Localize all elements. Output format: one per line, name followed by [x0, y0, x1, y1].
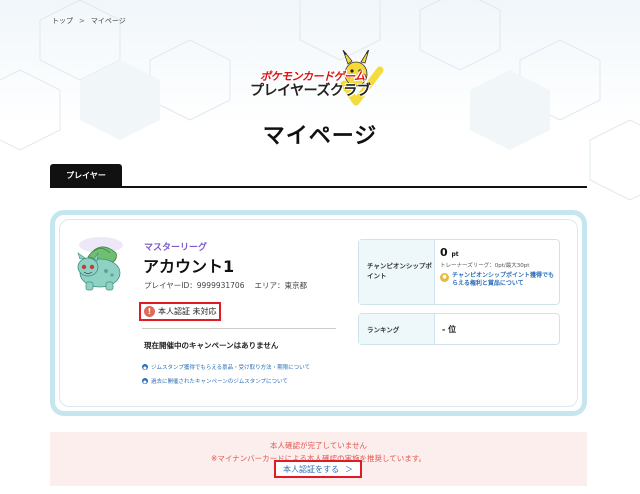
logo-line2: プレイヤーズクラブ [250, 83, 371, 99]
points-unit: pt [451, 251, 459, 258]
breadcrumb-current: マイページ [90, 17, 126, 25]
chevron-right-icon: ＞ [345, 464, 353, 474]
players-club-logo[interactable]: ポケモンカードゲーム プレイヤーズクラブ [248, 50, 388, 106]
verification-status-badge: ! 本人認証 未対応 [139, 302, 221, 321]
ranking-box: ランキング - 位 [358, 313, 560, 345]
championship-points-box: チャンピオンシップポイント 0 pt トレーナーズリーグ：0pt/最大30pt … [358, 239, 560, 305]
verification-notice: 本人確認が完了していません ※マイナンバーカードによる本人確認の実施を推奨してい… [50, 432, 587, 486]
breadcrumb: トップ > マイページ [52, 16, 126, 26]
past-campaign-stamp-link-label: 過去に開催されたキャンペーンのジムスタンプについて [151, 379, 288, 385]
championship-points-label: チャンピオンシップポイント [359, 240, 435, 304]
notice-line1: 本人確認が完了していません [269, 441, 368, 450]
breadcrumb-home[interactable]: トップ [52, 16, 73, 26]
gym-stamp-reward-link[interactable]: ● ジムスタンプ獲得でもらえる景品・受け取り方法・期限について [142, 363, 310, 371]
league-label: マスターリーグ [144, 243, 208, 253]
championship-points-info-label: チャンピオンシップポイント獲得でもらえる権利と賞品について [452, 272, 554, 288]
tab-bar: プレイヤー [50, 164, 587, 188]
player-id: プレイヤーID：9999931706 [144, 281, 245, 290]
breadcrumb-separator: > [79, 17, 85, 25]
championship-points-info-link[interactable]: ● チャンピオンシップポイント獲得でもらえる権利と賞品について [440, 272, 559, 288]
verify-identity-button-label: 本人認証をする [283, 464, 339, 474]
coin-icon: ● [440, 273, 449, 282]
gym-stamp-reward-link-label: ジムスタンプ獲得でもらえる景品・受け取り方法・期限について [151, 365, 311, 371]
championship-points-value: 0 pt [440, 246, 559, 259]
info-icon: ● [142, 378, 148, 384]
verify-identity-button[interactable]: 本人認証をする ＞ [274, 460, 362, 478]
verification-status-text: 本人認証 未対応 [158, 307, 217, 316]
account-name: アカウント1 [143, 257, 235, 276]
points-number: 0 [440, 246, 448, 259]
trainers-league-points: トレーナーズリーグ：0pt/最大30pt [440, 263, 530, 269]
warning-icon: ! [144, 306, 155, 317]
avatar [70, 235, 132, 297]
campaign-note: 現在開催中のキャンペーンはありません [144, 341, 279, 350]
page-title: マイページ [262, 124, 378, 149]
tab-player[interactable]: プレイヤー [50, 164, 122, 187]
player-area: エリア：東京都 [254, 281, 307, 290]
player-meta: プレイヤーID：9999931706 エリア：東京都 [144, 280, 307, 291]
ranking-label: ランキング [359, 314, 435, 344]
info-icon: ● [142, 364, 148, 370]
profile-divider [142, 328, 336, 329]
bulbasaur-icon [77, 237, 123, 291]
ranking-value: - 位 [442, 324, 457, 334]
past-campaign-stamp-link[interactable]: ● 過去に開催されたキャンペーンのジムスタンプについて [142, 377, 288, 385]
